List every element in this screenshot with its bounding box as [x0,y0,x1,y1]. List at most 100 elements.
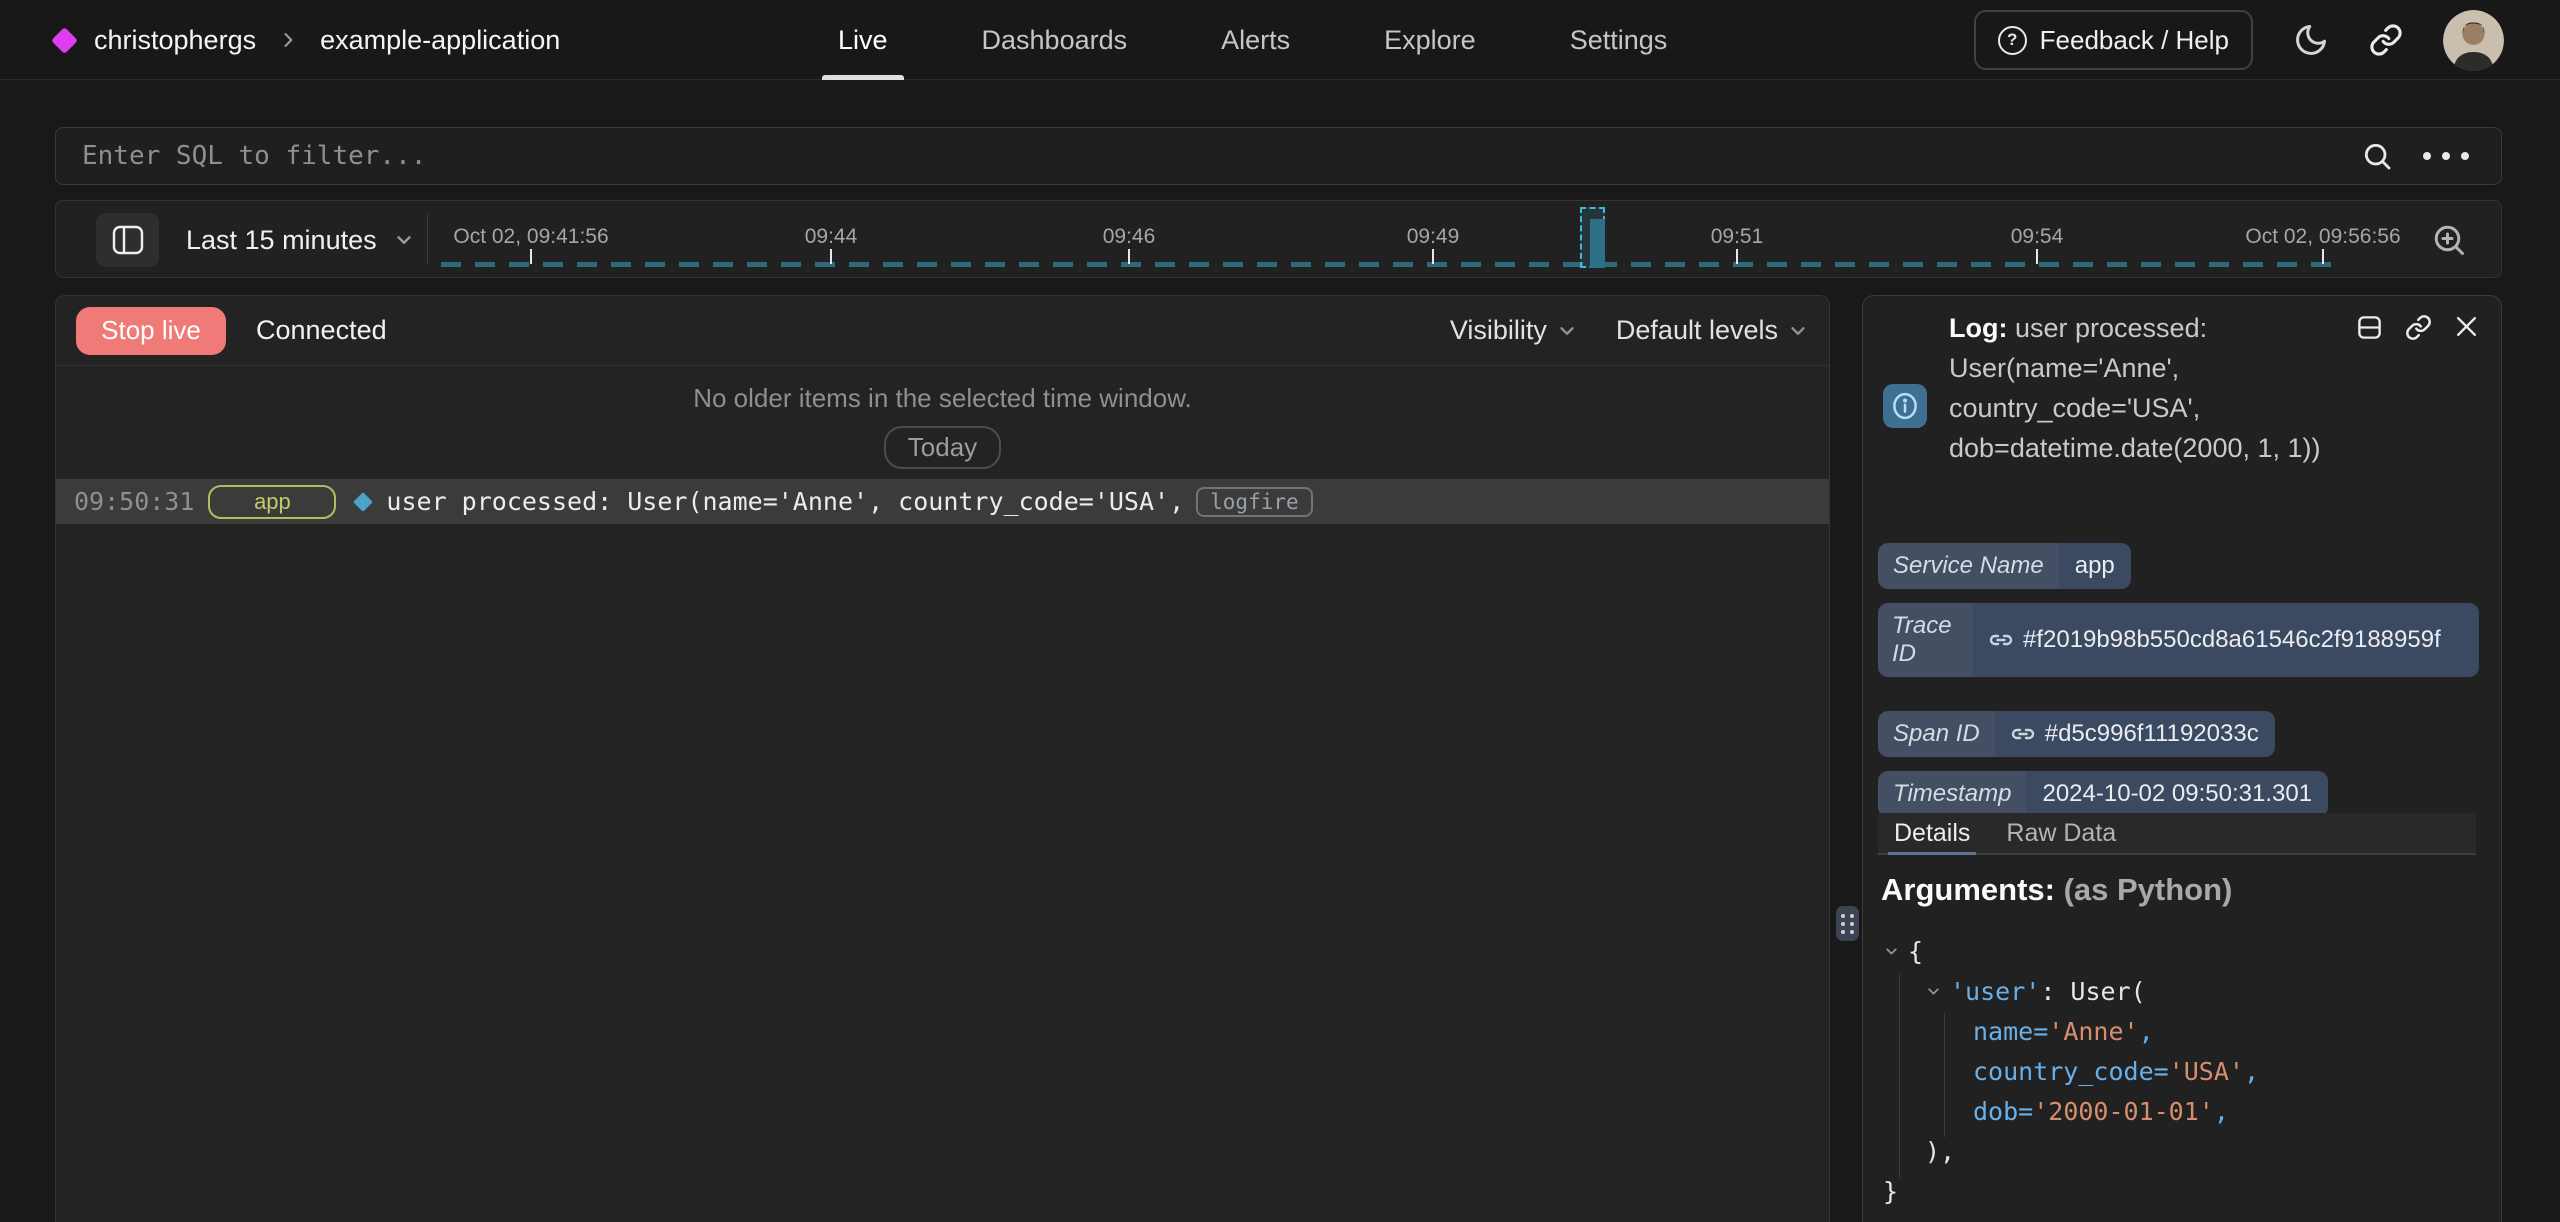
breadcrumb-separator-icon [278,30,298,50]
timeline-tick-label: 09:44 [805,225,858,249]
code-token: name= [1973,1017,2048,1046]
timeline-activity-baseline [441,262,2336,267]
code-token: , [2139,1017,2154,1046]
timeline-plot[interactable]: Oct 02, 09:41:56 09:44 09:46 09:49 09:51 09:5… [56,201,2501,277]
more-options-icon[interactable] [2423,152,2469,160]
live-panel-header: Stop live Connected Visibility Default l… [56,296,1829,366]
tab-explore-label: Explore [1384,25,1476,56]
timeline-tick-label: 09:54 [2011,225,2064,249]
code-line: ), [1863,1131,2497,1171]
today-button[interactable]: Today [884,426,1001,469]
default-levels-dropdown[interactable]: Default levels [1616,315,1809,346]
code-line: { [1863,931,2497,971]
nav-tabs: Live Dashboards Alerts Explore Settings [832,0,1673,80]
share-link-icon[interactable] [2369,23,2403,57]
split-view-icon[interactable] [2356,314,2383,341]
tab-raw-data[interactable]: Raw Data [2006,813,2116,853]
tab-alerts-label: Alerts [1221,25,1290,56]
tab-details[interactable]: Details [1894,813,1970,853]
timeline-tick-mark [1736,249,1738,264]
timeline-tick-mark [2322,249,2324,264]
top-nav: christophergs example-application Live D… [0,0,2560,80]
tab-settings[interactable]: Settings [1564,0,1674,80]
timeline-tick-label: 09:46 [1103,225,1156,249]
span-id-label: Span ID [1878,711,1995,757]
detail-tabs: Details Raw Data [1878,813,2476,855]
code-token: '2000-01-01' [2033,1097,2214,1126]
tab-raw-data-label: Raw Data [2006,819,2116,848]
feedback-help-button[interactable]: Feedback / Help [1974,10,2253,70]
code-token: , [2214,1097,2229,1126]
scope-tag-badge[interactable]: logfire [1196,487,1313,517]
log-time: 09:50:31 [74,487,194,516]
default-levels-label: Default levels [1616,315,1778,346]
log-row[interactable]: 09:50:31 app user processed: User(name='… [56,479,1829,524]
timestamp-chip: Timestamp 2024-10-02 09:50:31.301 [1878,771,2328,817]
span-id-chip[interactable]: Span ID #d5c996f11192033c [1878,711,2275,757]
tab-live[interactable]: Live [832,0,894,80]
trace-id-label: Trace ID [1878,603,1973,677]
link-icon [2011,722,2035,746]
service-name-value: app [2059,543,2131,589]
code-token: country_code= [1973,1057,2169,1086]
tab-dashboards-label: Dashboards [982,25,1128,56]
sql-filter-input[interactable] [56,128,2361,184]
nav-right-controls: Feedback / Help [1974,0,2504,80]
breadcrumb-org[interactable]: christophergs [94,25,256,56]
code-token: ), [1925,1137,1955,1166]
dark-mode-moon-icon[interactable] [2293,22,2329,58]
code-line: 'user': User( [1863,971,2497,1011]
tab-dashboards[interactable]: Dashboards [976,0,1134,80]
code-line: country_code='USA', [1863,1051,2497,1091]
collapse-chevron-icon[interactable] [1925,983,1942,1000]
user-avatar[interactable] [2443,10,2504,71]
zoom-in-icon[interactable] [2431,222,2467,258]
log-message: user processed: User(name='Anne', countr… [386,487,1184,516]
timeline-tick-label: Oct 02, 09:41:56 [453,225,608,249]
service-tag-badge[interactable]: app [208,485,336,519]
trace-id-value[interactable]: #f2019b98b550cd8a61546c2f9188959f [2023,626,2441,654]
code-token: 'USA' [2169,1057,2244,1086]
tab-explore[interactable]: Explore [1378,0,1482,80]
copy-link-icon[interactable] [2405,314,2432,341]
arguments-code: {'user': User(name='Anne',country_code='… [1863,931,2497,1211]
feedback-help-label: Feedback / Help [2040,25,2229,56]
timeline-tick-mark [830,249,832,264]
breadcrumb: christophergs example-application [55,0,560,80]
code-token: : [2040,977,2070,1006]
panel-resize-handle[interactable] [1836,906,1859,941]
live-log-panel: Stop live Connected Visibility Default l… [55,295,1830,1222]
code-token: } [1883,1177,1898,1206]
timeline-tick-label: Oct 02, 09:56:56 [2245,225,2400,249]
sql-filter-bar [55,127,2502,185]
breadcrumb-project[interactable]: example-application [320,25,560,56]
filter-bar-icons [2361,140,2501,172]
collapse-chevron-icon[interactable] [1883,943,1900,960]
chevron-down-icon [1556,320,1578,342]
trace-id-chip[interactable]: Trace ID #f2019b98b550cd8a61546c2f918895… [1878,603,2479,677]
visibility-dropdown[interactable]: Visibility [1450,315,1578,346]
tab-settings-label: Settings [1570,25,1668,56]
log-level-diamond-icon [354,492,374,512]
empty-window-message: No older items in the selected time wind… [56,383,1829,414]
service-name-label: Service Name [1878,543,2059,589]
code-line: } [1863,1171,2497,1211]
timeline-tick-mark [2036,249,2038,264]
timeline-tick-label: 09:49 [1407,225,1460,249]
logfire-logo-icon[interactable] [51,27,78,54]
span-id-value[interactable]: #d5c996f11192033c [2045,720,2259,748]
connection-status: Connected [256,315,387,346]
close-icon[interactable] [2454,314,2479,341]
code-token: dob= [1973,1097,2033,1126]
search-icon[interactable] [2361,140,2393,172]
stop-live-button[interactable]: Stop live [76,307,226,355]
chevron-down-icon [1787,320,1809,342]
timeline-tick-label: 09:51 [1711,225,1764,249]
arguments-heading-text: Arguments: [1881,872,2055,907]
log-detail-title: Log: user processed: User(name='Anne', c… [1949,308,2347,468]
tab-live-label: Live [838,25,888,56]
tab-alerts[interactable]: Alerts [1215,0,1296,80]
code-token: 'user' [1950,977,2040,1006]
code-token: { [1908,937,1923,966]
info-level-icon [1883,384,1927,428]
